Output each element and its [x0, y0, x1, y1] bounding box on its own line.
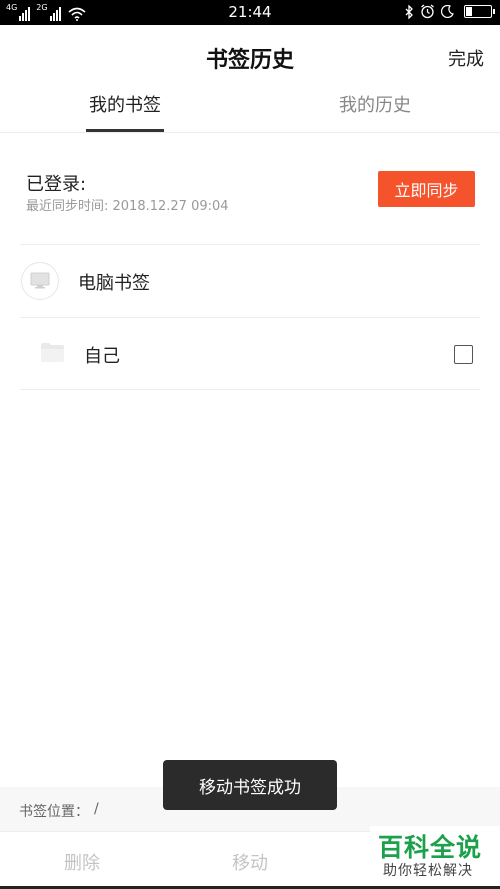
tab-my-bookmarks[interactable]: 我的书签: [0, 91, 250, 117]
location-label: 书签位置：: [19, 804, 89, 820]
toast-message: 移动书签成功: [163, 760, 337, 810]
tab-bar: 我的书签 我的历史: [0, 85, 500, 133]
done-button[interactable]: 完成: [448, 45, 484, 71]
watermark: 百科全说 助你轻松解决: [370, 826, 500, 889]
folder-checkbox[interactable]: [454, 345, 473, 364]
sync-now-button[interactable]: 立即同步: [378, 171, 475, 207]
divider: [20, 389, 480, 390]
sync-section: 已登录: 最近同步时间: 2018.12.27 09:04 立即同步: [0, 134, 500, 244]
header: 书签历史 完成: [0, 25, 500, 85]
battery-level: [466, 7, 472, 16]
folder-label: 自己: [84, 346, 120, 367]
moon-icon: [441, 5, 454, 18]
battery-icon: [464, 5, 495, 18]
pc-bookmarks-label: 电脑书签: [78, 273, 150, 294]
list-item-pc-bookmarks[interactable]: 电脑书签: [0, 245, 500, 317]
folder-icon: [41, 343, 64, 362]
alarm-icon: [421, 4, 434, 19]
location-value: /: [94, 801, 99, 817]
delete-button[interactable]: 删除: [64, 849, 100, 875]
list-item-folder[interactable]: 自己: [0, 318, 500, 390]
watermark-subtitle: 助你轻松解决: [383, 863, 473, 879]
bluetooth-icon: [405, 4, 413, 19]
watermark-title: 百科全说: [378, 833, 483, 862]
active-tab-indicator: [86, 129, 164, 132]
pc-icon-circle: [21, 262, 59, 300]
page-title: 书签历史: [205, 48, 294, 73]
status-bar: 4G 2G 21:44: [0, 0, 500, 25]
status-icons: [404, 4, 495, 19]
login-status: 已登录:: [26, 174, 87, 195]
monitor-icon: [30, 272, 50, 289]
last-sync-time: 最近同步时间: 2018.12.27 09:04: [26, 199, 229, 214]
move-button[interactable]: 移动: [232, 849, 268, 875]
tab-my-history[interactable]: 我的历史: [250, 91, 500, 117]
